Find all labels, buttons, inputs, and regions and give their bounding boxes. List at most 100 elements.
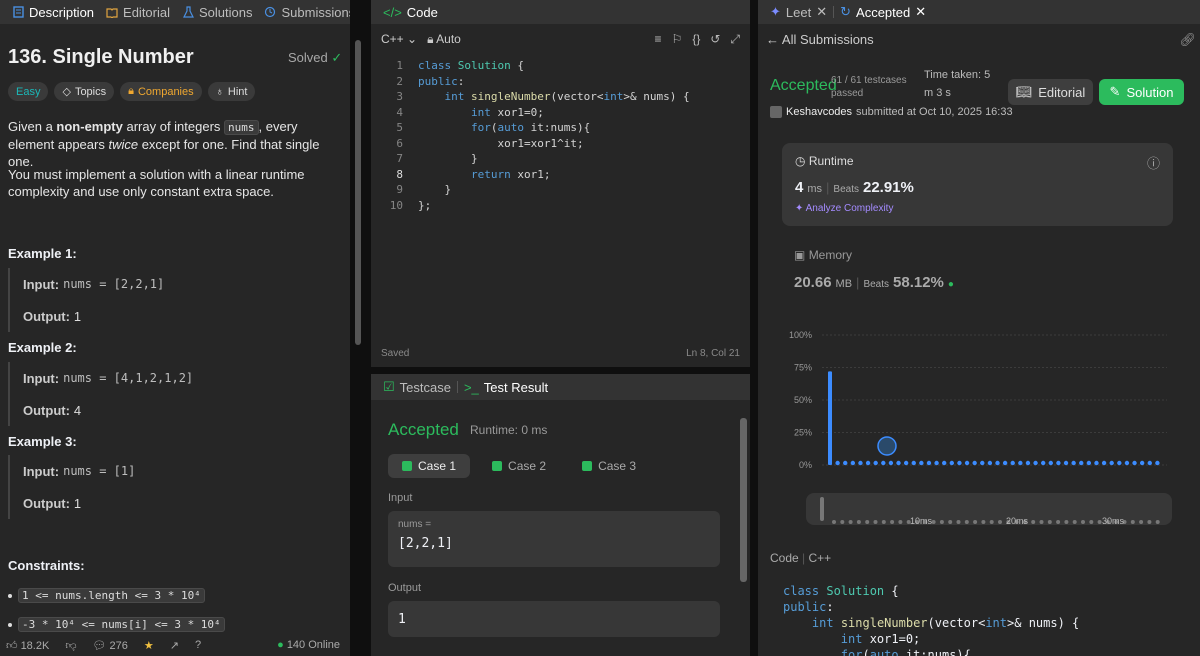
tag-icon: ◇ <box>62 86 71 98</box>
code-editor[interactable]: 1 class Solution {2 public: 3 int singleNum… <box>371 58 750 212</box>
help-icon[interactable]: ? <box>195 639 201 651</box>
mini-bar <box>948 520 953 524</box>
case-tab[interactable]: Case 1 <box>388 454 471 478</box>
bullet <box>8 593 12 598</box>
description-scrollbar[interactable] <box>355 40 361 345</box>
chevron-down-icon: ⌄ <box>407 32 418 46</box>
bullet <box>8 622 12 627</box>
bar <box>1101 460 1107 466</box>
desc-bold: non-empty <box>56 119 123 134</box>
reset-icon[interactable]: ↺ <box>710 32 720 47</box>
tab-leet[interactable]: ✦ Leet ✕ <box>764 4 833 20</box>
auto-mode[interactable]: 🔒︎ Auto <box>427 32 461 47</box>
star-icon[interactable]: ★ <box>144 639 154 652</box>
problem-title[interactable]: 136. Single Number <box>8 46 194 69</box>
runtime-unit: ms <box>807 183 823 195</box>
analyze-complexity-link[interactable]: ✦ Analyze Complexity <box>795 203 893 214</box>
check-badge-icon: ● <box>947 279 954 290</box>
mini-bar <box>1130 520 1135 524</box>
input-value: [2,2,1] <box>398 536 453 551</box>
close-icon[interactable]: ✕ <box>816 4 827 20</box>
close-icon[interactable]: ✕ <box>915 4 926 20</box>
runtime-distribution-chart[interactable]: 100%75%50%25%0%10ms20ms30ms <box>782 325 1173 470</box>
bar <box>1109 460 1114 466</box>
test-panel: ☑ Testcase >_ Test Result Accepted Runti… <box>371 374 750 656</box>
format-icon[interactable]: ≡ <box>655 32 662 47</box>
hint-chip[interactable]: ♁ Hint <box>207 82 256 101</box>
tab-test-result[interactable]: >_ Test Result <box>458 380 554 395</box>
info-icon[interactable]: ⓘ <box>1147 153 1160 172</box>
time-taken-value: m 3 s <box>924 87 951 99</box>
bar <box>1132 460 1137 466</box>
input-name: nums = <box>398 519 432 530</box>
code-line: int xor1=0; <box>840 632 921 646</box>
mini-tick-label: 30ms <box>1102 516 1125 525</box>
tab-accepted-label: Accepted <box>856 4 911 20</box>
example-3-heading: Example 3: <box>8 434 77 449</box>
bar <box>980 460 985 466</box>
language-select[interactable]: C++ ⌄ <box>381 32 417 46</box>
mini-bar <box>989 520 994 524</box>
example-input: Input: nums = [4,1,2,1,2] <box>23 362 338 394</box>
line-number: 1 <box>396 59 403 72</box>
user-marker-avatar <box>877 436 897 456</box>
test-scrollbar[interactable] <box>740 418 747 582</box>
code-line: int singleNumber(vector<int>& nums) { <box>811 616 1080 630</box>
code-panel: </> Code C++ ⌄ 🔒︎ Auto ≡ ⚐ {} ↺ ⤢ 1 class… <box>371 0 750 367</box>
braces-icon[interactable]: {} <box>692 32 700 47</box>
link-icon[interactable]: 🔗︎ <box>1179 32 1196 48</box>
mini-bar <box>856 520 861 524</box>
checkbox-icon: ☑ <box>383 379 395 394</box>
passed-label: passed <box>831 88 864 99</box>
result-runtime: Runtime: 0 ms <box>470 423 548 437</box>
code-line: public: <box>418 74 465 88</box>
like-button[interactable]: 👍︎ 18.2K <box>6 639 49 652</box>
input-box: nums = [2,2,1] <box>388 511 720 567</box>
mini-bar <box>890 520 895 524</box>
topics-label: Topics <box>74 85 107 98</box>
tab-solutions[interactable]: Solutions <box>176 5 258 20</box>
solution-button[interactable]: ✎ Solution <box>1099 79 1184 105</box>
mini-bar <box>1072 520 1077 524</box>
editorial-button[interactable]: 📖︎ Editorial <box>1008 79 1093 105</box>
constraint-item: 1 <= nums.length <= 3 * 10⁴ <box>8 588 205 603</box>
tab-description[interactable]: Description <box>6 5 100 20</box>
range-slider[interactable]: 10ms 20ms 30ms <box>806 493 1172 525</box>
avatar[interactable] <box>770 106 782 118</box>
tab-editorial-label: Editorial <box>123 4 170 20</box>
mini-bar <box>1056 520 1061 524</box>
tab-accepted[interactable]: ↻ Accepted ✕ <box>834 4 932 20</box>
code-language: C++ <box>808 551 832 565</box>
tab-testcase[interactable]: ☑ Testcase <box>377 379 457 395</box>
bar <box>972 460 977 466</box>
bar <box>934 460 939 466</box>
mini-bar <box>873 520 878 524</box>
code-label: Code <box>770 551 799 565</box>
share-icon[interactable]: ↗ <box>170 639 179 652</box>
dislike-icon[interactable]: 👎︎ <box>65 639 76 652</box>
save-status: Saved <box>381 348 410 359</box>
output-label: Output: <box>23 495 70 511</box>
topics-chip[interactable]: ◇ Topics <box>54 82 115 101</box>
memory-label: Memory <box>808 248 853 262</box>
back-link[interactable]: ← All Submissions <box>766 32 874 47</box>
bookmark-icon[interactable]: ⚐ <box>672 32 683 47</box>
memory-heading[interactable]: ▣ Memory <box>794 248 852 262</box>
output-label: Output: <box>23 308 70 324</box>
bar <box>1002 460 1008 466</box>
tab-editorial[interactable]: Editorial <box>100 5 176 20</box>
bar <box>949 460 955 466</box>
username[interactable]: Keshavcodes <box>786 106 852 118</box>
tab-code[interactable]: </> Code <box>377 5 444 20</box>
input-label: Input: <box>23 370 60 386</box>
mini-tick-label: 10ms <box>910 516 933 525</box>
case-tab[interactable]: Case 3 <box>568 454 650 478</box>
bar <box>835 460 840 466</box>
companies-chip[interactable]: 🔒︎ Companies <box>120 82 202 101</box>
tab-submissions[interactable]: Submissions <box>258 5 350 20</box>
comments-button[interactable]: 💬︎ 276 <box>92 639 127 652</box>
line-number: 9 <box>396 183 403 196</box>
submitter-line: Keshavcodes submitted at Oct 10, 2025 16… <box>770 106 1013 118</box>
case-tab[interactable]: Case 2 <box>478 454 560 478</box>
expand-icon[interactable]: ⤢ <box>730 32 740 47</box>
